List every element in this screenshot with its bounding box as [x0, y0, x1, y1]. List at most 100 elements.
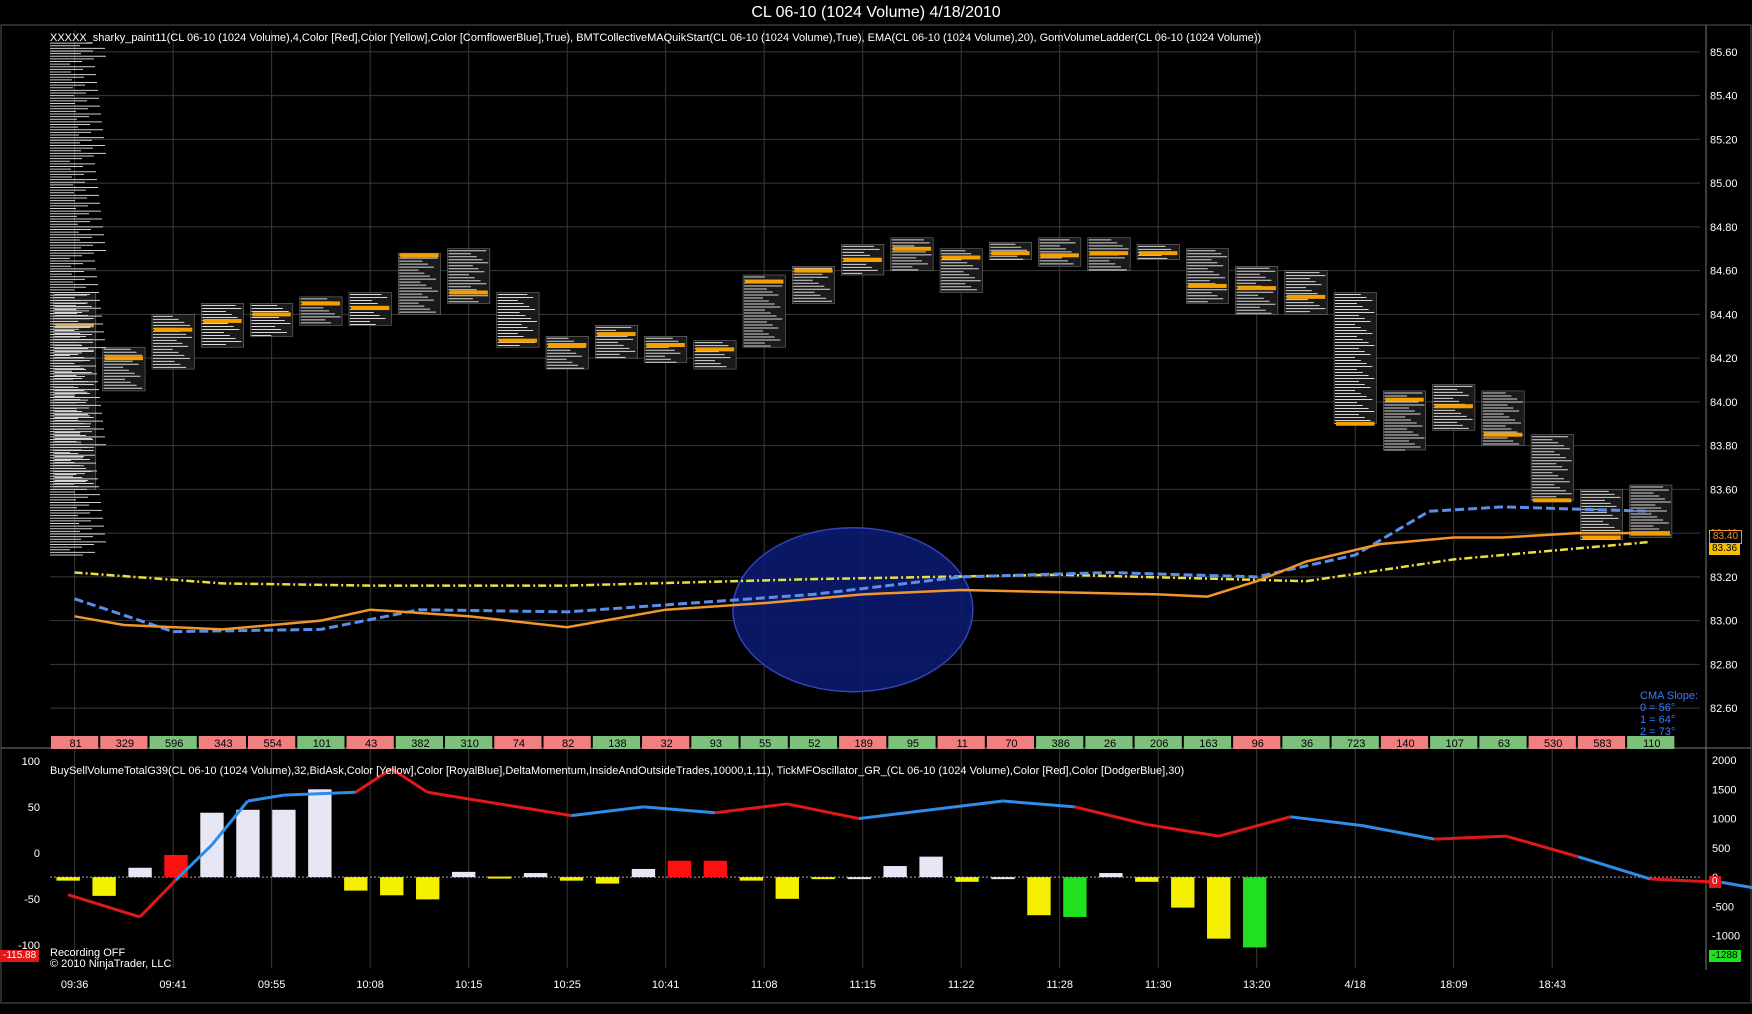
ladder-bar	[1333, 292, 1377, 426]
volume-count-text: 723	[1347, 738, 1365, 750]
volume-count-text: 93	[710, 738, 722, 750]
delta-bar	[380, 877, 404, 896]
ladder-bar	[447, 248, 491, 304]
price-tick-label: 84.40	[1710, 309, 1738, 321]
price-tick-label: 85.60	[1710, 47, 1738, 59]
badge-lower-right-bottom: -1288	[1709, 950, 1741, 962]
oscillator-segment	[714, 802, 788, 815]
volume-count-text: 386	[1052, 738, 1070, 750]
lower-left-tick: 100	[22, 756, 40, 768]
ladder-poc	[1286, 294, 1326, 299]
ladder-poc	[597, 332, 636, 337]
ladder-bar	[792, 266, 835, 304]
ladder-body	[200, 303, 244, 348]
delta-bar	[1171, 877, 1195, 908]
ladder-bar	[1284, 270, 1328, 315]
ladder-poc	[1336, 421, 1375, 426]
oscillator-segment	[67, 893, 141, 919]
ladder-poc	[203, 318, 242, 323]
ladder-bar	[939, 248, 983, 293]
volume-count-text: 26	[1104, 738, 1116, 750]
delta-bar	[919, 856, 943, 878]
ladder-bar	[742, 274, 786, 348]
ladder-poc	[449, 290, 488, 295]
ladder-bar	[1087, 237, 1131, 271]
volume-count-text: 96	[1252, 738, 1264, 750]
ladder-poc	[301, 301, 341, 306]
cma-slope-line-1: 1 = 64°	[1640, 714, 1676, 726]
delta-bar	[92, 877, 116, 896]
oscillator-segment	[138, 879, 177, 919]
chart-canvas[interactable]: 81 329 596 343 554 101 43 382 310 74 82 138 32 93 55 52…	[0, 0, 1752, 1014]
time-tick-label: 10:15	[455, 979, 483, 991]
ladder-bar	[1530, 434, 1574, 503]
ladder-poc	[794, 268, 833, 273]
ladder-poc	[991, 251, 1030, 256]
delta-bar	[451, 871, 476, 878]
volume-count-text: 583	[1593, 738, 1611, 750]
volume-count-text: 554	[263, 738, 281, 750]
ladder-poc	[1040, 253, 1079, 258]
delta-bar	[559, 877, 584, 881]
volume-count-text: 74	[513, 738, 525, 750]
time-tick-label: 18:09	[1440, 979, 1468, 991]
volume-ladders	[50, 42, 1673, 556]
oscillator-segment	[571, 805, 644, 818]
volume-count-text: 36	[1301, 738, 1313, 750]
highlight-ellipse-shape	[732, 526, 974, 693]
volume-count-text: 329	[116, 738, 134, 750]
ladder-poc	[892, 246, 932, 251]
ladder-bar	[1629, 484, 1673, 538]
ladder-bar	[348, 292, 392, 326]
ladder-poc	[942, 255, 981, 260]
lower-right-tick: 1500	[1712, 784, 1736, 796]
price-tick-label: 85.00	[1710, 178, 1738, 190]
delta-bar	[1099, 873, 1123, 878]
ladder-bar	[594, 325, 638, 359]
ladder-body	[644, 336, 688, 363]
delta-bar	[1135, 877, 1159, 882]
ladder-poc	[1434, 404, 1473, 409]
delta-bar	[775, 877, 799, 899]
lower-left-tick: 0	[34, 848, 40, 860]
ladder-bar	[200, 303, 244, 348]
cma-slope-line-0: 0 = 56°	[1640, 702, 1676, 714]
delta-bar	[595, 877, 620, 884]
ladder-poc	[1385, 397, 1424, 402]
price-tick-label: 84.20	[1710, 353, 1738, 365]
volume-count-text: 95	[907, 738, 919, 750]
volume-count-text: 206	[1150, 738, 1168, 750]
ladder-bar	[1186, 248, 1229, 304]
volume-count-text: 530	[1544, 738, 1562, 750]
delta-bar	[344, 877, 368, 891]
ladder-poc	[843, 257, 882, 262]
time-tick-label: 11:22	[948, 979, 975, 991]
ladder-poc	[153, 327, 193, 332]
volume-count-text: 107	[1446, 738, 1464, 750]
oscillator-segment	[1074, 805, 1147, 826]
price-tick-label: 84.80	[1710, 222, 1738, 234]
lower-left-tick: -50	[24, 894, 40, 906]
volume-count-text: 52	[808, 738, 820, 750]
time-tick-label: 11:15	[849, 979, 876, 991]
time-tick-label: 11:28	[1046, 979, 1073, 991]
time-tick-label: 09:36	[61, 979, 89, 991]
outer-border	[0, 24, 1752, 1004]
delta-bar	[56, 877, 80, 881]
ladder-bar	[151, 314, 195, 370]
cma-slope-box: CMA Slope: 0 = 56° 1 = 64° 2 = 73°	[1640, 690, 1698, 738]
volume-count-text: 596	[165, 738, 183, 750]
lower-right-tick: -500	[1712, 901, 1734, 913]
volume-count-text: 82	[562, 738, 574, 750]
price-tick-label: 82.80	[1710, 659, 1738, 671]
time-tick-label: 13:20	[1243, 979, 1271, 991]
ladder-body	[939, 248, 983, 293]
ladder-bar	[250, 303, 294, 337]
delta-bar	[128, 867, 152, 878]
time-tick-label: 11:30	[1145, 979, 1172, 991]
volume-count-text: 101	[313, 738, 331, 750]
time-tick-label: 09:55	[258, 979, 286, 991]
delta-bar	[487, 876, 512, 879]
ladder-poc	[350, 305, 390, 310]
oscillator-segment	[1577, 855, 1651, 881]
